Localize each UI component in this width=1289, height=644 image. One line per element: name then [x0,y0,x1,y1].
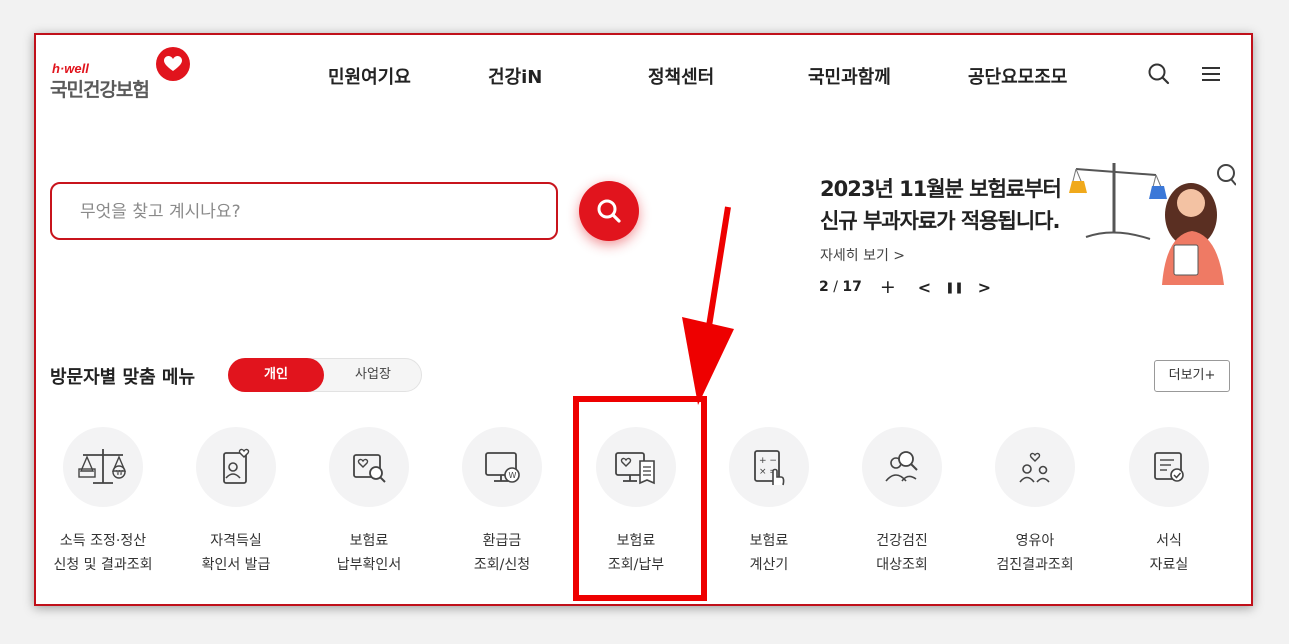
quick-item-payment-certificate[interactable]: 보험료납부확인서 [304,427,434,577]
scale-icon: W [63,427,143,507]
quick-item-premium-payment[interactable]: 보험료조회/납부 [571,427,701,577]
quick-item-label-2: 조회/납부 [607,557,665,573]
visitor-type-toggle: 개인 사업장 [228,358,422,392]
search-button[interactable] [579,181,639,241]
quick-item-label-1: 보험료 [616,533,656,549]
people-search-icon [862,427,942,507]
quick-item-label-2: 조회/신청 [473,557,531,573]
woman-scale-illustration [1069,163,1236,285]
certificate-search-icon [329,427,409,507]
banner-more-link[interactable]: 자세히 보기 > [820,245,905,265]
banner-title-line2: 신규 부과자료가 적용됩니다. [820,209,1060,233]
nav-item-together[interactable]: 국민과함께 [808,63,891,89]
calculator-icon: + − × = [729,427,809,507]
svg-text:+ −: + − [759,456,777,466]
svg-text:W: W [509,471,517,480]
quick-item-label-2: 자료실 [1149,557,1189,573]
monitor-won-icon: W [462,427,542,507]
heart-logo-icon [156,47,190,81]
svg-text:W: W [116,469,123,477]
banner-title-line1: 2023년 11월분 보험료부터 [820,177,1062,201]
tab-business[interactable]: 사업장 [325,358,421,392]
quick-item-label-2: 납부확인서 [336,557,402,573]
parent-child-icon [995,427,1075,507]
hamburger-menu-icon[interactable] [1198,61,1224,87]
quick-item-label-1: 건강검진 [876,533,928,549]
chevron-left-icon[interactable]: < [918,278,931,297]
quick-item-refund[interactable]: W 환급금조회/신청 [437,427,567,577]
nhis-logo[interactable]: h·well 국민건강보험 [50,47,200,102]
quick-item-qualification[interactable]: 자격득실확인서 발급 [171,427,301,577]
nav-item-civil[interactable]: 민원여기요 [328,63,411,89]
chevron-right-icon[interactable]: > [978,278,991,297]
search-icon[interactable] [1146,61,1172,87]
quick-item-label-2: 계산기 [749,557,789,573]
quick-item-label-1: 환급금 [482,533,522,549]
quick-item-label-2: 대상조회 [876,557,928,573]
pointer-arrow [682,206,734,405]
id-card-icon [196,427,276,507]
plus-icon[interactable]: + [880,276,896,298]
visitor-menu-title: 방문자별 맞춤 메뉴 [50,367,196,388]
monitor-receipt-icon [596,427,676,507]
quick-item-label-1: 영유아 [1015,533,1055,549]
quick-item-label-1: 소득 조정·정산 [59,533,147,549]
more-button[interactable]: 더보기+ [1154,360,1230,392]
logo-hwell-text: h·well [52,61,89,76]
nav-item-about[interactable]: 공단요모조모 [968,63,1067,89]
quick-item-forms[interactable]: 서식자료실 [1104,427,1234,577]
quick-item-income-adjust[interactable]: W 소득 조정·정산신청 및 결과조회 [38,427,168,577]
quick-item-checkup-target[interactable]: 건강검진대상조회 [837,427,967,577]
search-field[interactable] [50,182,558,240]
quick-item-label-2: 신청 및 결과조회 [53,557,153,573]
nav-item-health-in[interactable]: 건강iN [488,63,542,89]
quick-item-label-1: 서식 [1156,533,1182,549]
quick-item-label-1: 보험료 [749,533,789,549]
quick-item-label-1: 보험료 [349,533,389,549]
nav-item-policy[interactable]: 정책센터 [648,63,714,89]
quick-item-calculator[interactable]: + − × = 보험료계산기 [704,427,834,577]
browser-page: h·well 국민건강보험 민원여기요 건강iN 정책센터 국민과함께 공단요모… [34,33,1253,606]
quick-item-label-2: 확인서 발급 [201,557,271,573]
quick-item-infant-checkup[interactable]: 영유아검진결과조회 [970,427,1100,577]
banner-pager: 2 / 17 + < ❚❚ > [819,276,991,298]
document-check-icon [1129,427,1209,507]
search-input[interactable] [78,184,542,240]
quick-item-label-2: 검진결과조회 [996,557,1074,573]
quick-item-label-1: 자격득실 [210,533,262,549]
pager-separator: / [828,279,843,295]
logo-main-text: 국민건강보험 [50,79,150,101]
pager-total: 17 [842,279,862,295]
pause-icon[interactable]: ❚❚ [945,281,963,294]
pager-current: 2 [819,279,829,295]
banner-title: 2023년 11월분 보험료부터 신규 부과자료가 적용됩니다. [820,173,1062,237]
search-button-icon [597,199,621,223]
tab-personal[interactable]: 개인 [228,358,324,392]
